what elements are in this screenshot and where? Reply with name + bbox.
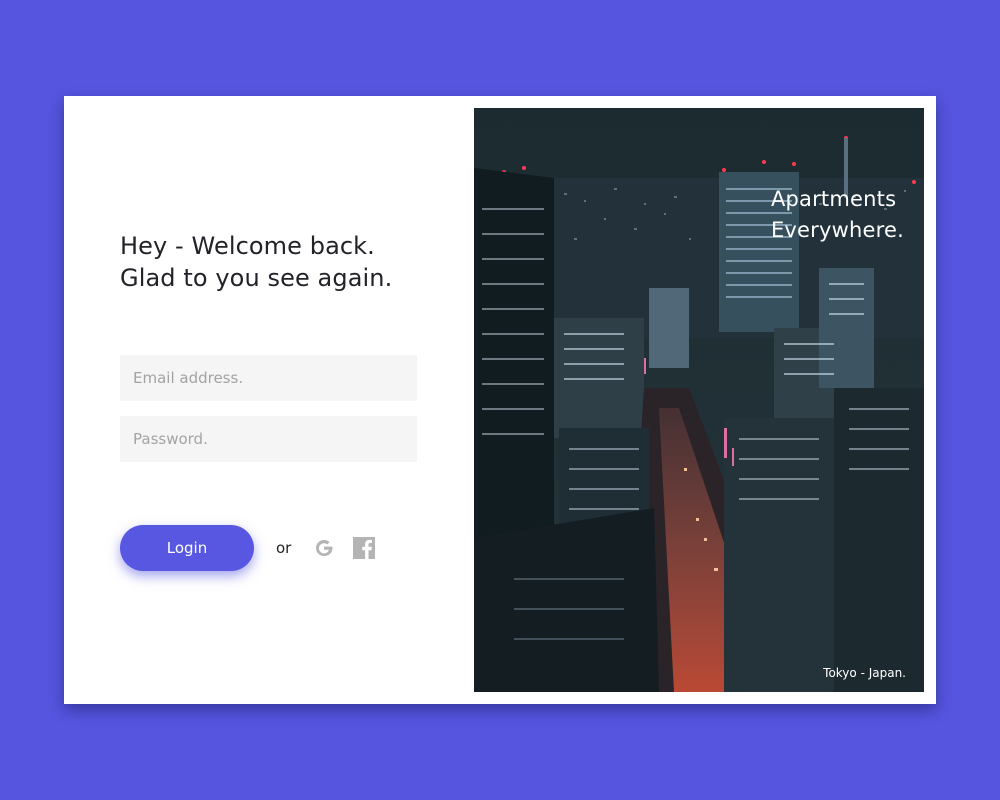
tagline-line-2: Everywhere. bbox=[770, 218, 904, 242]
facebook-icon[interactable] bbox=[352, 536, 376, 560]
welcome-heading: Hey - Welcome back. Glad to you see agai… bbox=[120, 230, 392, 294]
email-field[interactable] bbox=[120, 355, 417, 401]
city-photo: Apartments Everywhere. Tokyo - Japan. bbox=[474, 108, 924, 692]
login-button[interactable]: Login bbox=[120, 525, 254, 571]
or-label: or bbox=[276, 539, 292, 557]
photo-caption: Tokyo - Japan. bbox=[823, 666, 906, 680]
login-card: Hey - Welcome back. Glad to you see agai… bbox=[64, 96, 936, 704]
welcome-line-2: Glad to you see again. bbox=[120, 264, 393, 292]
password-field[interactable] bbox=[120, 416, 417, 462]
welcome-line-1: Hey - Welcome back. bbox=[120, 232, 375, 260]
google-icon[interactable] bbox=[312, 536, 336, 560]
hero-tagline: Apartments Everywhere. bbox=[771, 184, 904, 246]
tagline-line-1: Apartments bbox=[770, 187, 897, 211]
